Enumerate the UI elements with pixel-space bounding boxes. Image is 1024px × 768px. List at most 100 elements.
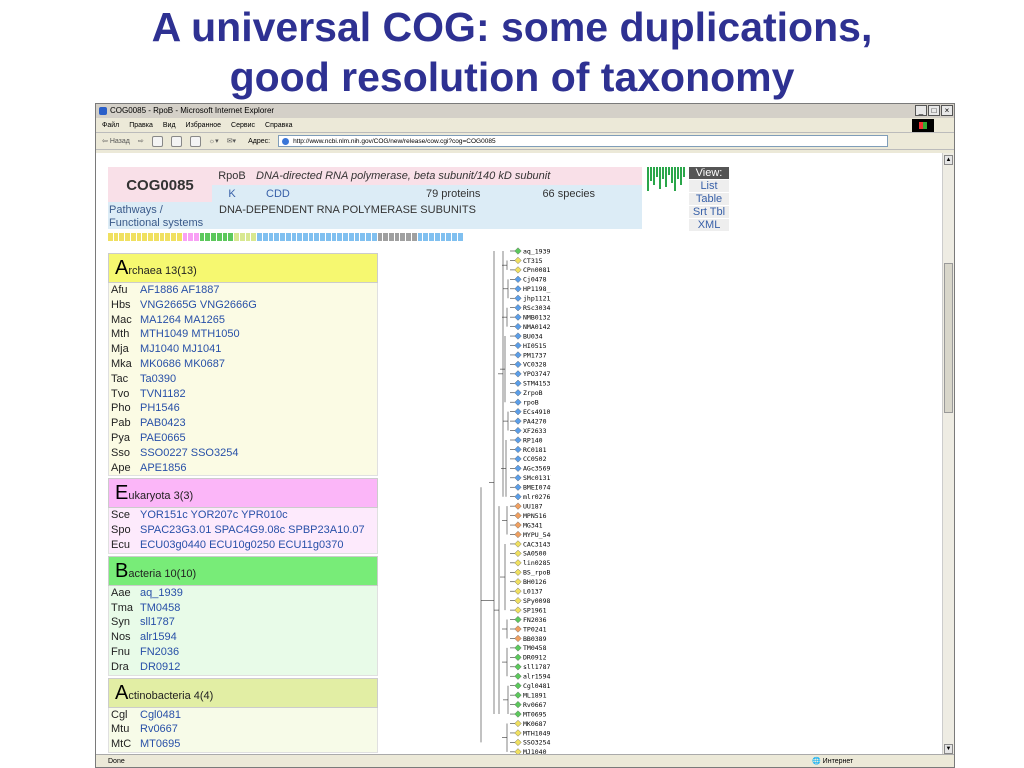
tree-leaf-marker	[514, 417, 522, 425]
menu-favorites[interactable]: Избранное	[186, 118, 221, 132]
back-label: Назад	[109, 137, 130, 145]
organism-row: Dra DR0912	[109, 660, 377, 675]
tree-leaf-label: AGc3569	[523, 465, 550, 473]
back-button[interactable]: ⇦ Назад	[102, 133, 130, 150]
gene-links[interactable]: VNG2665G VNG2666G	[140, 298, 257, 313]
phyletic-pattern-icon[interactable]	[647, 167, 685, 193]
tree-leaf-label: TP0241	[523, 625, 547, 633]
gene-links[interactable]: aq_1939	[140, 586, 183, 601]
tree-leaf-label: CAC3143	[523, 540, 550, 548]
gene-links[interactable]: Cgl0481	[140, 708, 181, 723]
stop-icon[interactable]	[151, 135, 163, 147]
cdd-link[interactable]: CDD	[252, 185, 422, 203]
close-button[interactable]: ×	[941, 105, 953, 116]
gene-links[interactable]: Rv0667	[140, 722, 178, 737]
tree-leaf-label: HP1198_1	[523, 285, 551, 293]
organism-code: Tac	[111, 372, 129, 385]
category-link[interactable]: K	[212, 185, 252, 203]
gene-links[interactable]: TVN1182	[140, 387, 186, 402]
tree-leaf-label: RSc3034	[523, 304, 550, 312]
gene-links[interactable]: DR0912	[140, 660, 180, 675]
group-name: acteria 10(10)	[128, 567, 197, 580]
gene-links[interactable]: APE1856	[140, 461, 186, 476]
organism-row: Cgl Cgl0481	[109, 708, 377, 723]
group-letter: E	[115, 482, 129, 505]
pathways-row: Pathways / Functional systems DNA-DEPENDE…	[108, 202, 642, 229]
view-sorted-table-link[interactable]: Srt Tbl	[689, 206, 729, 218]
tree-leaf-label: MK0687	[523, 720, 547, 728]
view-xml-link[interactable]: XML	[689, 219, 729, 231]
browser-window: COG0085 - RpoB - Microsoft Internet Expl…	[95, 103, 955, 768]
address-label: Адрес:	[248, 137, 271, 145]
pattern-bar	[665, 167, 667, 187]
scroll-up-icon[interactable]: ▲	[944, 155, 953, 165]
gene-links[interactable]: SSO0227 SSO3254	[140, 446, 238, 461]
vertical-scrollbar[interactable]: ▲ ▼	[942, 153, 954, 756]
gene-links[interactable]: MK0686 MK0687	[140, 357, 225, 372]
gene-links[interactable]: Ta0390	[140, 372, 176, 387]
menu-view[interactable]: Вид	[163, 118, 176, 132]
gene-links[interactable]: SPAC23G3.01 SPAC4G9.08c SPBP23A10.07	[140, 523, 365, 538]
tree-leaf-marker	[514, 389, 522, 397]
view-options: View: List Table Srt Tbl XML	[689, 167, 729, 231]
menu-help[interactable]: Справка	[265, 118, 292, 132]
gene-links[interactable]: MT0695	[140, 737, 180, 752]
view-list-link[interactable]: List	[689, 180, 729, 192]
tree-leaf-label: FN2036	[523, 616, 547, 624]
organism-code: Sso	[111, 446, 130, 459]
gene-links[interactable]: AF1886 AF1887	[140, 283, 220, 298]
organism-row: Syn sll1787	[109, 615, 377, 630]
refresh-icon[interactable]	[170, 135, 182, 147]
gene-links[interactable]: TM0458	[140, 601, 180, 616]
gene-links[interactable]: PH1546	[140, 401, 180, 416]
tree-leaf-label: lin0285	[523, 559, 550, 567]
tree-leaf-label: MT0695	[523, 710, 547, 718]
gene-links[interactable]: MJ1040 MJ1041	[140, 342, 221, 357]
tree-leaf-marker	[514, 512, 522, 520]
history-icon[interactable]: ☼▾	[209, 133, 219, 150]
gene-links[interactable]: MTH1049 MTH1050	[140, 327, 240, 342]
scroll-thumb[interactable]	[944, 263, 953, 413]
pathways-link[interactable]: Pathways / Functional systems	[109, 204, 203, 230]
menu-edit[interactable]: Правка	[129, 118, 153, 132]
home-icon[interactable]	[189, 135, 201, 147]
tree-leaf-marker	[514, 285, 522, 293]
menu-file[interactable]: Файл	[102, 118, 119, 132]
gene-links[interactable]: sll1787	[140, 615, 175, 630]
gene-links[interactable]: ECU03g0440 ECU10g0250 ECU11g0370	[140, 538, 343, 553]
minimize-button[interactable]: _	[915, 105, 927, 116]
tree-leaf-label: aq_1939	[523, 247, 550, 255]
tree-leaf-label: MG341	[523, 521, 543, 529]
menu-tools[interactable]: Сервис	[231, 118, 255, 132]
organism-row: Sce YOR151c YOR207c YPR010c	[109, 508, 377, 523]
tree-leaf-marker	[514, 663, 522, 671]
tree-leaf-marker	[514, 521, 522, 529]
group-header-archaea: Archaea 13(13)	[108, 253, 378, 283]
window-titlebar[interactable]: COG0085 - RpoB - Microsoft Internet Expl…	[96, 104, 954, 118]
organism-row: Mac MA1264 MA1265	[109, 313, 377, 328]
tree-leaf-marker	[514, 634, 522, 643]
organism-code: Pab	[111, 417, 131, 430]
mail-icon[interactable]: ✉▾	[227, 133, 236, 150]
tree-leaf-marker	[514, 682, 522, 690]
pattern-bar	[653, 167, 655, 185]
tree-leaf-label: BB0389	[523, 635, 547, 643]
gene-links[interactable]: PAB0423	[140, 416, 186, 431]
gene-links[interactable]: alr1594	[140, 630, 177, 645]
maximize-button[interactable]: □	[928, 105, 940, 116]
address-input[interactable]: http://www.ncbi.nlm.nih.gov/COG/new/rele…	[278, 135, 889, 147]
tree-leaf-marker	[514, 379, 522, 387]
slide-title: A universal COG: some duplications, good…	[0, 2, 1024, 102]
organism-row: Sso SSO0227 SSO3254	[109, 446, 377, 461]
view-table-link[interactable]: Table	[689, 193, 729, 205]
group-body-bacteria: Aae aq_1939 Tma TM0458 Syn sll1787 Nos alr1594 F…	[108, 585, 378, 676]
gene-links[interactable]: MA1264 MA1265	[140, 313, 225, 328]
tree-leaf-marker	[514, 436, 522, 444]
gene-links[interactable]: FN2036	[140, 645, 179, 660]
forward-button[interactable]: ⇨	[138, 133, 144, 150]
gene-links[interactable]: PAE0665	[140, 431, 186, 446]
gene-links[interactable]: YOR151c YOR207c YPR010c	[140, 508, 288, 523]
scroll-down-icon[interactable]: ▼	[944, 744, 953, 754]
tree-leaf-marker	[514, 710, 522, 718]
tree-leaf-marker	[514, 266, 522, 274]
